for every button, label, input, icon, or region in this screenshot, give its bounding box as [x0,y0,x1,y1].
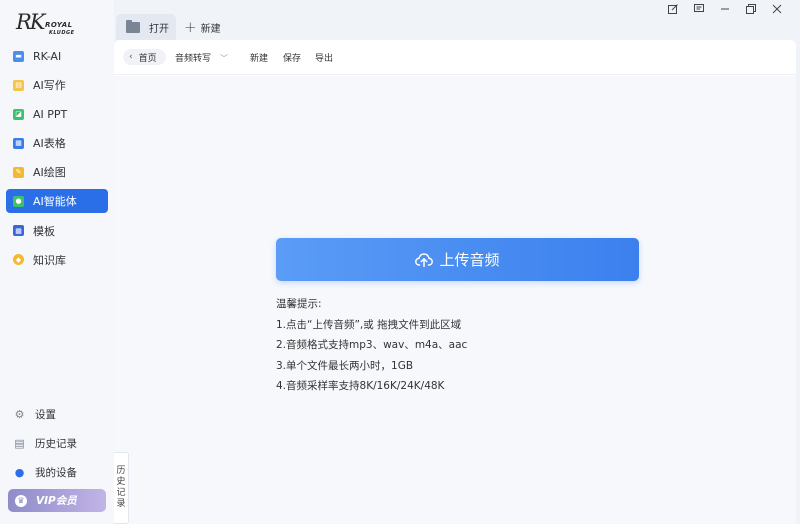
folder-icon [126,19,140,33]
minimize-icon[interactable] [712,2,738,16]
new-label: 新建 [250,54,269,64]
sidebar-item-label: AI智能体 [33,195,77,209]
history-tab-char: 记 [116,488,126,498]
vip-label: VIP会员 [36,495,77,507]
ai-draw-icon: ✎ [13,166,24,178]
edit-icon[interactable] [660,2,686,16]
history-tab-char: 历 [116,466,126,476]
chevron-left-icon: ‹ [129,52,133,62]
window-controls [660,2,790,16]
sidebar-item-settings[interactable]: ⚙ 设置 [6,402,108,426]
tab-new[interactable]: + 新建 [182,14,221,40]
sidebar-item-label: AI PPT [33,107,68,121]
rk-ai-icon: ▬ [13,50,24,62]
close-icon[interactable] [764,2,790,16]
toolbar: ‹ 首页 音频转写 ﹀ 新建 保存 导出 [114,40,796,75]
sidebar-item-ai-table[interactable]: ▦ AI表格 [6,131,108,155]
ai-table-icon: ▦ [13,137,24,149]
new-button[interactable]: 新建 [250,51,268,64]
cloud-upload-icon [415,252,434,267]
tips-title: 温馨提示: [276,298,322,310]
history-icon: ▤ [14,436,25,450]
sidebar-item-label: 我的设备 [35,466,77,479]
tab-open-label: 打开 [149,23,169,35]
sidebar-item-ai-draw[interactable]: ✎ AI绘图 [6,160,108,184]
vip-icon: ♛ [15,494,27,507]
sidebar-nav: ▬ RK-AI ▤ AI写作 ◪ AI PPT ▦ AI表格 ✎ AI绘图 ● … [6,44,108,277]
save-button[interactable]: 保存 [283,51,301,64]
tab-open[interactable]: 打开 [116,14,176,40]
tip-line: 3.单个文件最长两小时，1GB [276,359,414,372]
upload-area[interactable]: 上传音频 温馨提示: 1.点击“上传音频”,或 拖拽文件到此区域 2.音频格式支… [114,76,796,524]
sidebar-item-ai-write[interactable]: ▤ AI写作 [6,73,108,97]
sidebar-item-label: AI表格 [33,137,66,151]
sidebar-item-label: 模板 [33,224,55,238]
ai-write-icon: ▤ [13,79,24,91]
history-tab-char: 录 [116,499,126,509]
tip-line: 2.音频格式支持mp3、wav、m4a、aac [276,339,468,351]
home-label: 首页 [138,53,157,64]
tab-bar: 打开 + 新建 [114,0,800,40]
ai-agent-icon: ● [13,195,24,207]
tips-block: 温馨提示: 1.点击“上传音频”,或 拖拽文件到此区域 2.音频格式支持mp3、… [276,294,467,397]
knowledge-icon: ◆ [13,254,24,266]
upload-audio-button[interactable]: 上传音频 [276,238,639,281]
sidebar-item-rk-ai[interactable]: ▬ RK-AI [6,44,108,68]
sidebar-item-label: AI写作 [33,79,66,93]
sidebar-item-device[interactable]: ● 我的设备 [6,460,108,484]
template-icon: ▦ [13,225,24,237]
sidebar-item-label: RK-AI [33,49,62,63]
ai-ppt-icon: ◪ [13,108,24,120]
logo-rk: RK [16,10,45,34]
feedback-icon[interactable] [686,2,712,16]
tip-line: 1.点击“上传音频”,或 拖拽文件到此区域 [276,318,462,331]
device-icon: ● [14,465,25,479]
sidebar-item-ai-agent[interactable]: ● AI智能体 [6,189,108,214]
tab-new-label: 新建 [200,23,221,35]
vip-button[interactable]: ♛ VIP会员 [8,489,106,512]
logo-royal: ROYAL [45,21,73,29]
gear-icon: ⚙ [14,407,25,421]
export-button[interactable]: 导出 [315,51,333,64]
sidebar-item-history[interactable]: ▤ 历史记录 [6,431,108,455]
save-label: 保存 [283,54,302,64]
main-panel: ‹ 首页 音频转写 ﹀ 新建 保存 导出 上传音频 温馨提示: 1.点击“上传音频… [114,40,796,524]
history-tab-char: 史 [116,477,126,487]
sidebar-item-ai-ppt[interactable]: ◪ AI PPT [6,102,108,126]
audio-transcribe-label: 音频转写 [175,54,212,64]
history-side-tab[interactable]: 历 史 记 录 [114,452,129,524]
sidebar-item-label: 知识库 [33,253,66,267]
sidebar-item-label: 设置 [35,408,56,421]
logo-kludge: KLUDGE [49,30,75,36]
sidebar-item-template[interactable]: ▦ 模板 [6,219,108,243]
brand-logo: RK ROYAL KLUDGE [14,10,104,42]
export-label: 导出 [315,54,334,64]
sidebar-item-label: AI绘图 [33,166,66,180]
upload-audio-label: 上传音频 [439,251,500,269]
sidebar: RK ROYAL KLUDGE ▬ RK-AI ▤ AI写作 ◪ AI PPT … [0,0,114,524]
sidebar-bottom-nav: ⚙ 设置 ▤ 历史记录 ● 我的设备 [6,402,108,489]
tip-line: 4.音频采样率支持8K/16K/24K/48K [276,380,445,392]
home-button[interactable]: ‹ 首页 [123,49,166,65]
plus-icon: + [184,18,197,36]
restore-icon[interactable] [738,2,764,16]
sidebar-item-label: 历史记录 [35,437,77,450]
chevron-down-icon: ﹀ [220,54,229,63]
sidebar-item-knowledge[interactable]: ◆ 知识库 [6,248,108,272]
audio-transcribe-dropdown[interactable]: 音频转写 ﹀ [175,51,228,64]
